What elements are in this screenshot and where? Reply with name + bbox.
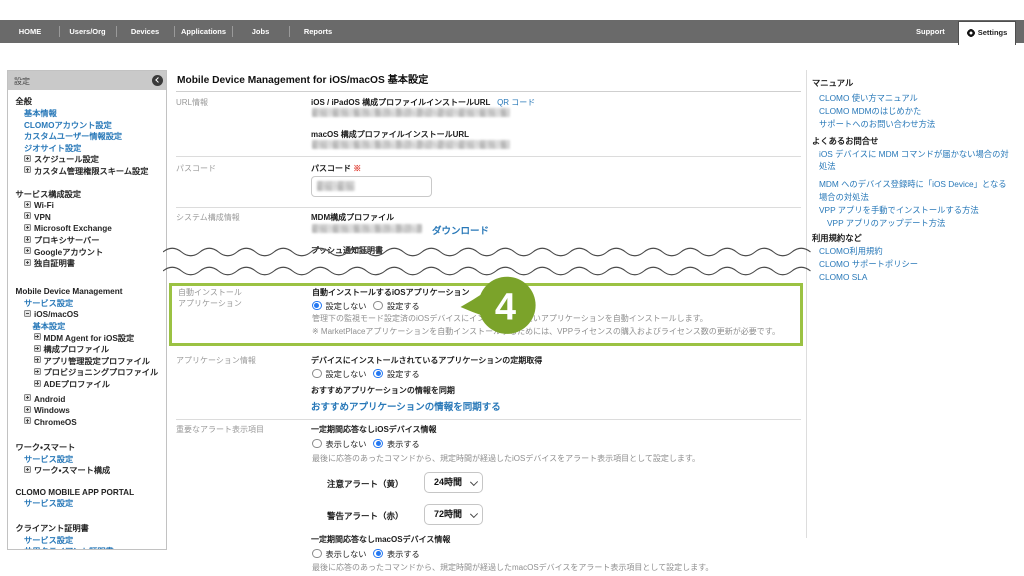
svg-text:4: 4 [495,286,516,328]
